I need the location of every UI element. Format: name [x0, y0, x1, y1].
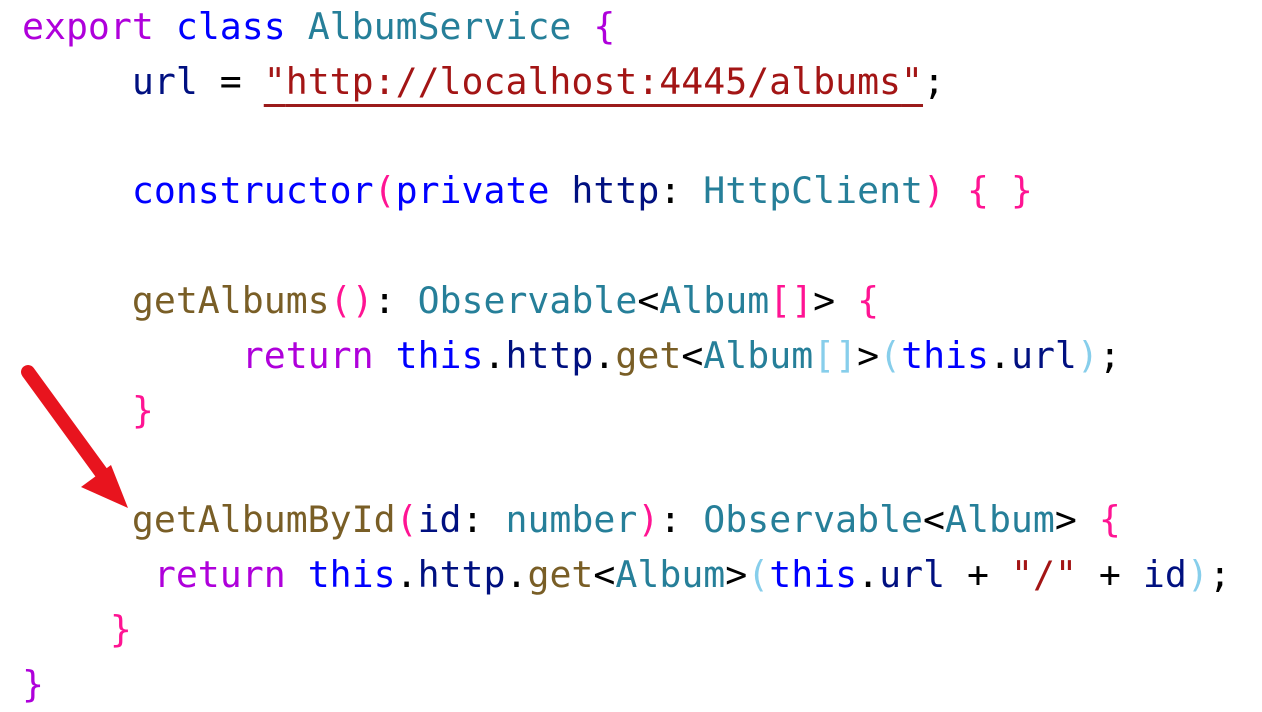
generic-close: >	[857, 333, 880, 377]
string-slash: "/"	[1011, 552, 1077, 596]
colon: :	[659, 169, 704, 213]
param-http: http	[571, 169, 660, 213]
type-album: Album	[615, 552, 726, 596]
colon: :	[461, 498, 506, 542]
keyword-this: this	[395, 333, 484, 377]
code-line-1: export class AlbumService {	[22, 0, 1231, 55]
dot: .	[593, 333, 616, 377]
generic-open: <	[681, 333, 704, 377]
code-line-7: return this.http.get<Album[]>(this.url);	[22, 329, 1231, 384]
var-id: id	[1142, 552, 1187, 596]
keyword-return: return	[153, 552, 286, 596]
code-editor[interactable]: export class AlbumService { url = "http:…	[22, 0, 1231, 712]
code-line-4: constructor(private http: HttpClient) { …	[22, 164, 1231, 219]
code-line-12: }	[22, 603, 1231, 658]
member-url: url	[879, 552, 946, 596]
code-line-10: getAlbumById(id: number): Observable<Alb…	[22, 493, 1231, 548]
method-close-brace: }	[109, 607, 132, 651]
code-line-6: getAlbums(): Observable<Album[]> {	[22, 274, 1231, 329]
paren-close: )	[923, 169, 945, 213]
generic-close: >	[1054, 498, 1077, 542]
keyword-this: this	[901, 333, 989, 377]
generic-open: <	[637, 278, 660, 322]
member-url: url	[1010, 333, 1077, 377]
red-arrow-icon	[21, 365, 128, 508]
colon: :	[373, 278, 418, 322]
code-line-8: }	[22, 384, 1231, 439]
paren-open: (	[373, 169, 396, 213]
keyword-this: this	[769, 552, 858, 596]
generic-close: >	[725, 552, 748, 596]
keyword-return: return	[241, 333, 374, 377]
arrow-head	[81, 465, 128, 508]
type-observable: Observable	[703, 498, 924, 542]
string-quote-close: "	[901, 59, 924, 103]
generic-open: <	[923, 498, 945, 542]
code-line-2: url = "http://localhost:4445/albums";	[22, 55, 1231, 110]
dot: .	[505, 552, 528, 596]
param-id: id	[417, 498, 462, 542]
url-string[interactable]: http://localhost:4445/albums	[286, 60, 901, 103]
method-getalbums: getAlbums	[131, 278, 330, 322]
method-get: get	[615, 333, 682, 377]
type-observable: Observable	[417, 278, 638, 322]
class-close-brace: }	[22, 662, 44, 706]
member-http: http	[505, 333, 594, 377]
method-parens: ()	[329, 278, 374, 322]
code-line-13: }	[22, 658, 1231, 712]
paren-close: )	[637, 498, 660, 542]
member-http: http	[417, 552, 506, 596]
array-brackets: []	[769, 278, 814, 322]
dot: .	[989, 333, 1011, 377]
class-open-brace: {	[593, 5, 616, 48]
plus-operator: +	[945, 552, 1012, 596]
array-brackets: []	[813, 333, 858, 377]
code-line-11: return this.http.get<Album>(this.url + "…	[22, 548, 1231, 603]
type-number: number	[505, 498, 638, 542]
paren-open: (	[395, 498, 418, 542]
paren-open: (	[879, 333, 902, 377]
class-name: AlbumService	[307, 5, 572, 48]
colon: :	[659, 498, 704, 542]
dot: .	[857, 552, 880, 596]
plus-operator: +	[1076, 552, 1143, 596]
generic-close: >	[813, 278, 836, 322]
string-quote-open: "	[263, 59, 286, 103]
type-album: Album	[659, 278, 770, 322]
type-album: Album	[703, 333, 814, 377]
arrow-shaft	[21, 365, 110, 482]
assign-operator: =	[197, 59, 264, 103]
paren-close: )	[1076, 333, 1099, 377]
method-get: get	[527, 552, 594, 596]
semicolon: ;	[1098, 333, 1121, 377]
semicolon: ;	[1208, 552, 1231, 596]
paren-open: (	[747, 552, 770, 596]
generic-open: <	[593, 552, 616, 596]
url-string-underlined[interactable]: "http://localhost:4445/albums"	[264, 60, 923, 103]
keyword-class: class	[175, 5, 286, 48]
dot: .	[483, 333, 506, 377]
semicolon: ;	[923, 59, 945, 103]
keyword-private: private	[395, 169, 550, 213]
keyword-this: this	[307, 552, 396, 596]
type-httpclient: HttpClient	[703, 169, 924, 213]
method-open-brace: {	[1098, 498, 1121, 542]
method-getalbumbyid: getAlbumById	[131, 498, 396, 542]
paren-close: )	[1186, 552, 1209, 596]
constructor-body: { }	[966, 169, 1033, 213]
method-open-brace: {	[857, 278, 880, 322]
type-album: Album	[945, 498, 1055, 542]
dot: .	[395, 552, 418, 596]
keyword-constructor: constructor	[131, 169, 374, 213]
